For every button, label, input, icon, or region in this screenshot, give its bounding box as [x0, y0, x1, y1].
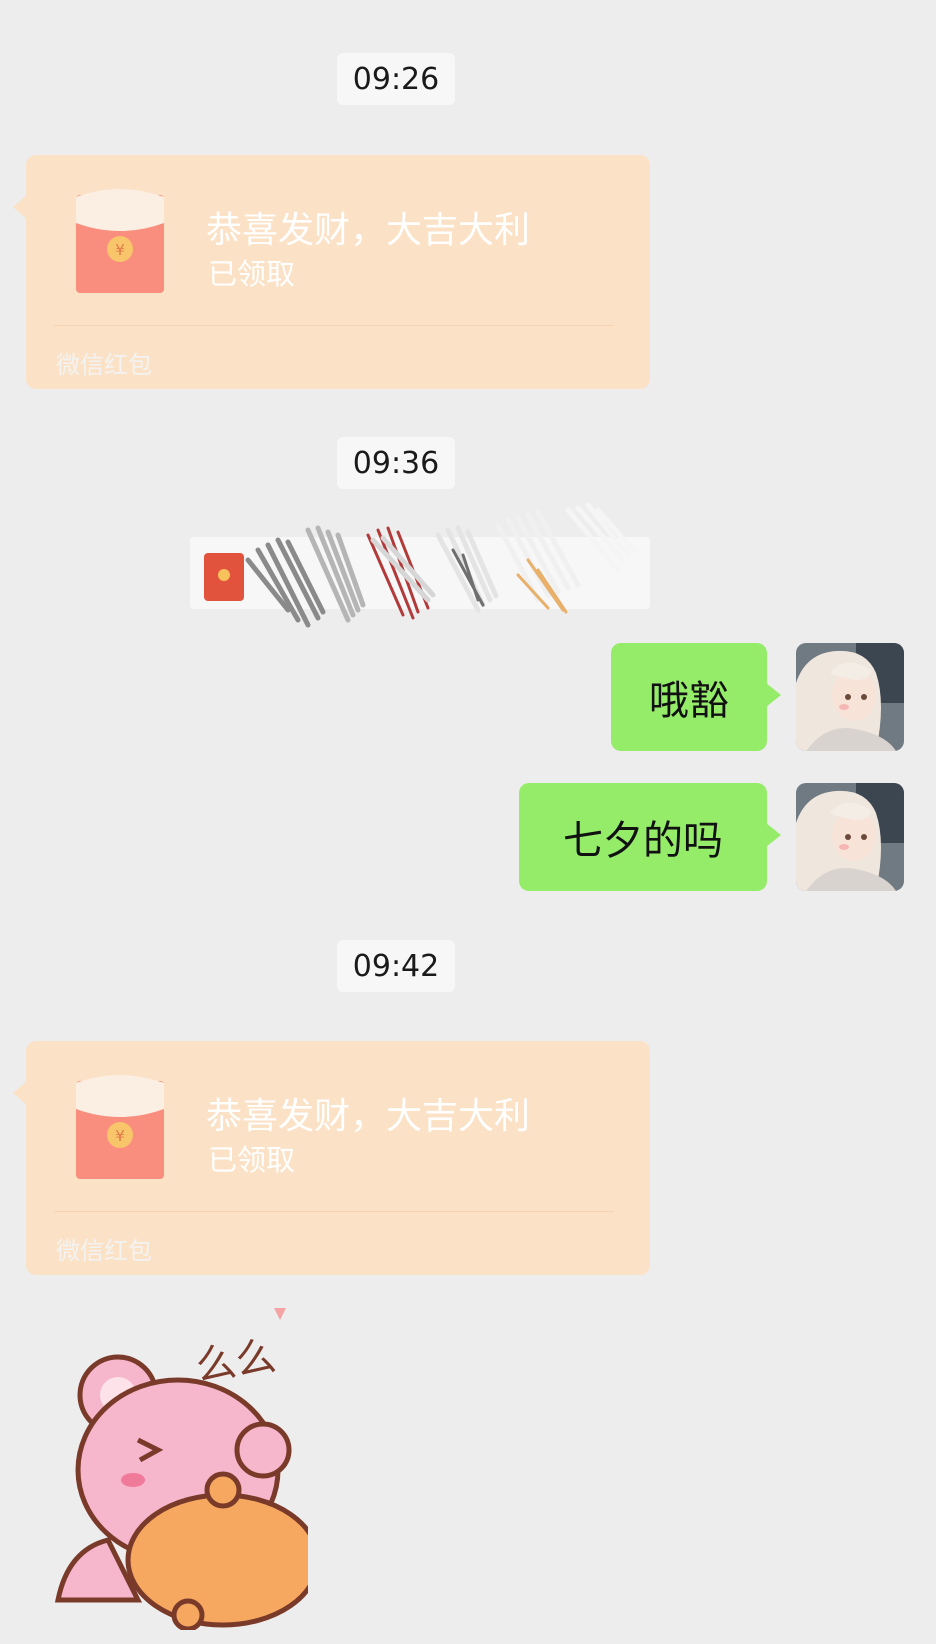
sent-message-bubble[interactable]: 哦豁: [611, 643, 781, 751]
avatar[interactable]: [796, 643, 904, 751]
red-packet-divider: [54, 1211, 614, 1212]
bear-blush: [121, 1473, 145, 1487]
sent-message-bubble[interactable]: 七夕的吗: [519, 783, 781, 891]
red-packet-message[interactable]: ¥ 恭喜发财，大吉大利 已领取 微信红包: [13, 155, 650, 389]
bear-ear: [204, 1471, 242, 1509]
message-text: 哦豁: [649, 678, 729, 724]
avatar-illustration: [796, 783, 904, 891]
timestamp-text: 09:42: [352, 948, 440, 984]
red-packet-footer: 微信红包: [56, 1237, 152, 1265]
redaction-scribble: [245, 502, 636, 628]
timestamp-0936: 09:36: [337, 437, 455, 489]
svg-text:¥: ¥: [115, 1127, 125, 1145]
red-packet-icon: ¥: [76, 1075, 164, 1179]
red-packet-title: 恭喜发财，大吉大利: [206, 210, 531, 251]
red-packet-title: 恭喜发财，大吉大利: [206, 1096, 531, 1137]
avatar[interactable]: [796, 783, 904, 891]
timestamp-text: 09:26: [352, 61, 440, 97]
bear-hug-sticker[interactable]: 么么: [48, 1300, 308, 1630]
red-packet-icon: ¥: [76, 189, 164, 293]
svg-text:¥: ¥: [115, 241, 125, 259]
heart-mark: [274, 1308, 286, 1320]
bear-paw: [171, 1598, 205, 1630]
orange-bear: [125, 1492, 308, 1628]
message-text: 七夕的吗: [563, 818, 723, 864]
red-packet-footer: 微信红包: [56, 351, 152, 379]
red-packet-status: 已领取: [208, 1143, 296, 1177]
red-packet-divider: [54, 325, 614, 326]
timestamp-0926: 09:26: [337, 53, 455, 105]
avatar-illustration: [796, 643, 904, 751]
timestamp-text: 09:36: [352, 445, 440, 481]
bear-ear: [234, 1421, 292, 1479]
red-packet-message[interactable]: ¥ 恭喜发财，大吉大利 已领取 微信红包: [13, 1041, 650, 1275]
timestamp-0942: 09:42: [337, 940, 455, 992]
red-packet-status: 已领取: [208, 257, 296, 291]
